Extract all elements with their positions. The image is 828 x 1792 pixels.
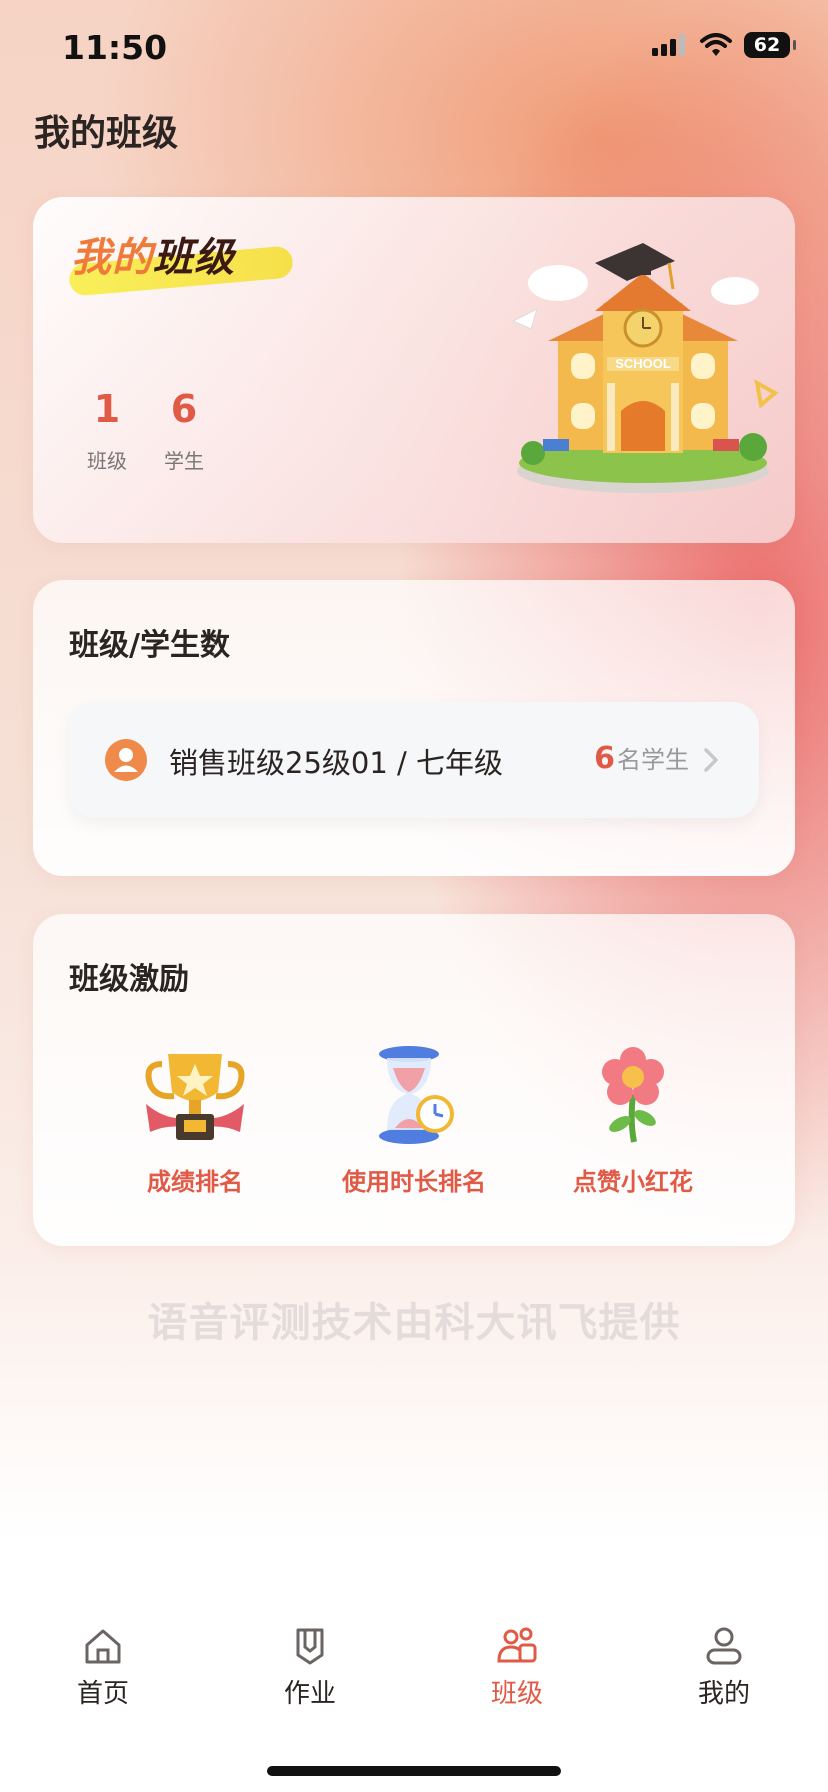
incentive-card: 班级激励 成绩排名 使用时长排名 点赞小红花 <box>33 914 795 1246</box>
class-name: 销售班级25级01 / 七年级 <box>169 746 504 780</box>
incentive-usage-ranking[interactable]: 使用时长排名 <box>324 1044 504 1197</box>
profile-icon <box>706 1627 742 1665</box>
tab-label: 班级 <box>490 1679 543 1709</box>
home-indicator <box>267 1766 561 1776</box>
stat-value: 1 <box>93 387 121 431</box>
wifi-icon <box>700 33 732 56</box>
school-illustration-icon: SCHOOL <box>511 243 779 493</box>
hero-card: 我的班级 1 班级 6 学生 SCHOOL <box>33 197 795 543</box>
stat-student-count: 6 学生 <box>154 387 214 474</box>
section-title-incentive: 班级激励 <box>69 962 189 997</box>
tab-bar: 首页 作业 班级 我的 <box>0 1610 828 1792</box>
school-sign: SCHOOL <box>615 356 671 371</box>
stat-class-count: 1 班级 <box>77 387 137 474</box>
tab-label: 作业 <box>283 1679 336 1709</box>
incentive-label: 点赞小红花 <box>573 1168 693 1196</box>
incentive-flower-likes[interactable]: 点赞小红花 <box>543 1044 723 1197</box>
homework-icon <box>296 1628 324 1665</box>
tab-label: 首页 <box>76 1679 129 1709</box>
tab-profile[interactable]: 我的 <box>664 1625 784 1710</box>
class-student-count: 6 名学生 <box>594 741 689 776</box>
status-icons: 62 <box>652 32 796 58</box>
tab-homework[interactable]: 作业 <box>250 1625 370 1710</box>
section-title-classes: 班级/学生数 <box>69 628 230 663</box>
trophy-icon <box>145 1054 245 1140</box>
incentive-label: 使用时长排名 <box>342 1168 486 1196</box>
chevron-right-icon <box>704 748 718 772</box>
footer-note: 语音评测技术由科大讯飞提供 <box>147 1300 681 1346</box>
hourglass-icon <box>379 1046 454 1144</box>
home-icon <box>85 1629 121 1664</box>
hero-logo: 我的班级 <box>68 225 299 297</box>
tab-class[interactable]: 班级 <box>457 1625 577 1710</box>
incentive-label: 成绩排名 <box>147 1168 243 1196</box>
battery-icon: 62 <box>744 32 796 58</box>
stat-value: 6 <box>170 387 198 431</box>
status-time: 11:50 <box>62 28 168 67</box>
class-icon <box>497 1627 537 1663</box>
stat-label: 学生 <box>164 449 204 473</box>
tab-label: 我的 <box>697 1679 750 1709</box>
hero-logo-part1: 我的 <box>71 235 153 281</box>
flower-icon <box>602 1047 664 1143</box>
tab-home[interactable]: 首页 <box>43 1625 163 1710</box>
stat-label: 班级 <box>87 449 127 473</box>
page-title: 我的班级 <box>34 113 179 154</box>
class-row[interactable]: 销售班级25级01 / 七年级 6 名学生 <box>69 702 759 818</box>
classes-card: 班级/学生数 销售班级25级01 / 七年级 6 名学生 <box>33 580 795 876</box>
cellular-signal-icon <box>652 34 685 56</box>
hero-logo-part2: 班级 <box>153 235 235 281</box>
class-avatar-icon <box>105 739 147 781</box>
incentive-score-ranking[interactable]: 成绩排名 <box>105 1044 285 1197</box>
